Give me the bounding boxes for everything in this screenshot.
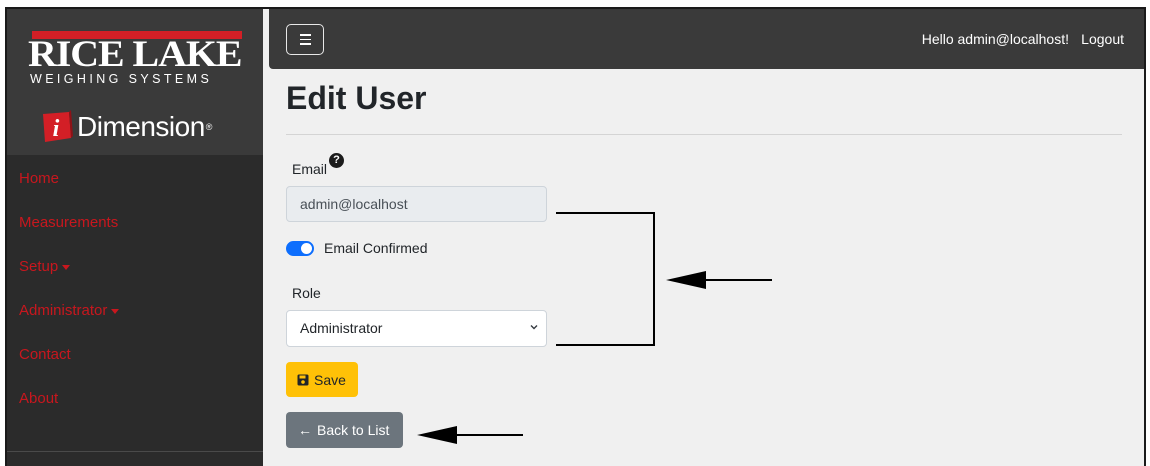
sidebar-item-setup[interactable]: Setup (7, 245, 263, 289)
save-label: Save (314, 371, 346, 388)
email-confirmed-toggle[interactable] (286, 241, 314, 256)
email-confirmed-label: Email Confirmed (324, 240, 428, 256)
question-circle-icon[interactable]: ? (329, 153, 344, 168)
save-button[interactable]: Save (286, 362, 358, 397)
sidebar: RICE LAKE WEIGHING SYSTEMS i Dimension ®… (7, 9, 263, 466)
svg-text:i: i (53, 116, 60, 142)
page-title: Edit User (286, 80, 427, 116)
role-selected-value: Administrator (300, 320, 383, 336)
top-bar: Hello admin@localhost! Logout (269, 9, 1144, 69)
toggle-knob (301, 243, 312, 254)
company-logo-text: RICE LAKE (28, 34, 243, 75)
sidebar-item-home[interactable]: Home (7, 157, 263, 201)
email-field[interactable]: admin@localhost (286, 186, 547, 222)
sidebar-item-contact[interactable]: Contact (7, 333, 263, 377)
company-tagline: WEIGHING SYSTEMS (30, 72, 213, 86)
caret-down-icon (111, 308, 120, 314)
chevron-down-icon (530, 325, 538, 330)
caret-down-icon (62, 264, 71, 270)
sidebar-divider (7, 451, 263, 452)
role-label: Role (292, 285, 321, 301)
sidebar-item-measurements[interactable]: Measurements (7, 201, 263, 245)
back-to-list-button[interactable]: ← Back to List (286, 412, 403, 448)
logo-block: RICE LAKE WEIGHING SYSTEMS i Dimension ® (7, 9, 263, 155)
product-name: Dimension (77, 111, 205, 142)
email-label: Email (292, 161, 328, 177)
title-divider (286, 134, 1122, 135)
logout-link[interactable]: Logout (1081, 31, 1124, 47)
back-label: Back to List (317, 422, 390, 438)
arrow-left-icon: ← (298, 422, 312, 438)
sidebar-item-administrator[interactable]: Administrator (7, 289, 263, 333)
registered-mark: ® (205, 122, 213, 132)
dimension-logo-icon: i (39, 110, 73, 144)
product-logo: i Dimension ® (39, 106, 212, 148)
app-window: RICE LAKE WEIGHING SYSTEMS i Dimension ®… (5, 7, 1146, 466)
greeting-text: Hello admin@localhost! (921, 31, 1069, 47)
sidebar-item-about[interactable]: About (7, 377, 263, 421)
hamburger-icon[interactable] (286, 24, 324, 55)
floppy-disk-icon (297, 374, 309, 385)
role-select[interactable]: Administrator (286, 310, 547, 347)
sidebar-nav: Home Measurements Setup Administrator Co… (7, 157, 263, 421)
